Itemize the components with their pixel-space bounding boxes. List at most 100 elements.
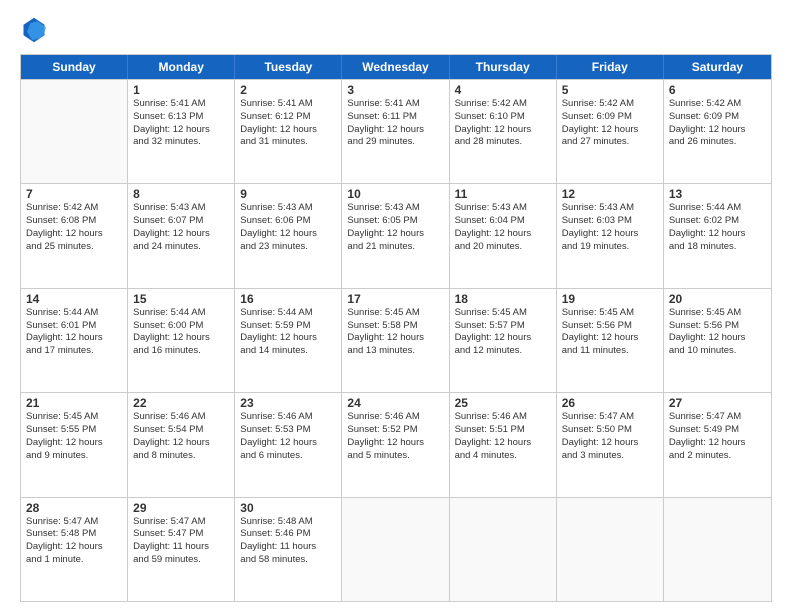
- day-number: 6: [669, 83, 766, 97]
- cell-info: Sunrise: 5:47 AM Sunset: 5:48 PM Dayligh…: [26, 516, 122, 567]
- cell-info: Sunrise: 5:45 AM Sunset: 5:57 PM Dayligh…: [455, 307, 551, 358]
- day-number: 18: [455, 292, 551, 306]
- calendar-cell: 13Sunrise: 5:44 AM Sunset: 6:02 PM Dayli…: [664, 184, 771, 287]
- calendar: SundayMondayTuesdayWednesdayThursdayFrid…: [20, 54, 772, 602]
- day-number: 27: [669, 396, 766, 410]
- day-number: 15: [133, 292, 229, 306]
- day-number: 23: [240, 396, 336, 410]
- header-day-friday: Friday: [557, 55, 664, 79]
- day-number: 28: [26, 501, 122, 515]
- calendar-cell: 1Sunrise: 5:41 AM Sunset: 6:13 PM Daylig…: [128, 80, 235, 183]
- cell-info: Sunrise: 5:44 AM Sunset: 5:59 PM Dayligh…: [240, 307, 336, 358]
- day-number: 7: [26, 187, 122, 201]
- cell-info: Sunrise: 5:47 AM Sunset: 5:49 PM Dayligh…: [669, 411, 766, 462]
- day-number: 10: [347, 187, 443, 201]
- calendar-cell: 26Sunrise: 5:47 AM Sunset: 5:50 PM Dayli…: [557, 393, 664, 496]
- header-day-saturday: Saturday: [664, 55, 771, 79]
- logo-icon: [20, 16, 48, 44]
- calendar-cell: 6Sunrise: 5:42 AM Sunset: 6:09 PM Daylig…: [664, 80, 771, 183]
- cell-info: Sunrise: 5:47 AM Sunset: 5:50 PM Dayligh…: [562, 411, 658, 462]
- day-number: 12: [562, 187, 658, 201]
- cell-info: Sunrise: 5:41 AM Sunset: 6:13 PM Dayligh…: [133, 98, 229, 149]
- calendar-cell: 20Sunrise: 5:45 AM Sunset: 5:56 PM Dayli…: [664, 289, 771, 392]
- cell-info: Sunrise: 5:45 AM Sunset: 5:55 PM Dayligh…: [26, 411, 122, 462]
- cell-info: Sunrise: 5:45 AM Sunset: 5:56 PM Dayligh…: [562, 307, 658, 358]
- calendar-cell: 10Sunrise: 5:43 AM Sunset: 6:05 PM Dayli…: [342, 184, 449, 287]
- cell-info: Sunrise: 5:43 AM Sunset: 6:04 PM Dayligh…: [455, 202, 551, 253]
- calendar-body: 1Sunrise: 5:41 AM Sunset: 6:13 PM Daylig…: [21, 79, 771, 601]
- calendar-row-2: 7Sunrise: 5:42 AM Sunset: 6:08 PM Daylig…: [21, 183, 771, 287]
- cell-info: Sunrise: 5:44 AM Sunset: 6:01 PM Dayligh…: [26, 307, 122, 358]
- day-number: 14: [26, 292, 122, 306]
- day-number: 3: [347, 83, 443, 97]
- day-number: 17: [347, 292, 443, 306]
- calendar-cell: 16Sunrise: 5:44 AM Sunset: 5:59 PM Dayli…: [235, 289, 342, 392]
- header-day-tuesday: Tuesday: [235, 55, 342, 79]
- day-number: 8: [133, 187, 229, 201]
- day-number: 4: [455, 83, 551, 97]
- cell-info: Sunrise: 5:45 AM Sunset: 5:56 PM Dayligh…: [669, 307, 766, 358]
- cell-info: Sunrise: 5:43 AM Sunset: 6:06 PM Dayligh…: [240, 202, 336, 253]
- calendar-cell: 7Sunrise: 5:42 AM Sunset: 6:08 PM Daylig…: [21, 184, 128, 287]
- calendar-cell: 19Sunrise: 5:45 AM Sunset: 5:56 PM Dayli…: [557, 289, 664, 392]
- cell-info: Sunrise: 5:46 AM Sunset: 5:52 PM Dayligh…: [347, 411, 443, 462]
- cell-info: Sunrise: 5:42 AM Sunset: 6:08 PM Dayligh…: [26, 202, 122, 253]
- day-number: 21: [26, 396, 122, 410]
- cell-info: Sunrise: 5:42 AM Sunset: 6:09 PM Dayligh…: [562, 98, 658, 149]
- day-number: 26: [562, 396, 658, 410]
- cell-info: Sunrise: 5:46 AM Sunset: 5:54 PM Dayligh…: [133, 411, 229, 462]
- day-number: 16: [240, 292, 336, 306]
- calendar-cell: 24Sunrise: 5:46 AM Sunset: 5:52 PM Dayli…: [342, 393, 449, 496]
- header: [20, 16, 772, 44]
- day-number: 9: [240, 187, 336, 201]
- calendar-cell: 30Sunrise: 5:48 AM Sunset: 5:46 PM Dayli…: [235, 498, 342, 601]
- calendar-cell: 11Sunrise: 5:43 AM Sunset: 6:04 PM Dayli…: [450, 184, 557, 287]
- page: SundayMondayTuesdayWednesdayThursdayFrid…: [0, 0, 792, 612]
- cell-info: Sunrise: 5:44 AM Sunset: 6:00 PM Dayligh…: [133, 307, 229, 358]
- calendar-cell: 22Sunrise: 5:46 AM Sunset: 5:54 PM Dayli…: [128, 393, 235, 496]
- calendar-cell: 14Sunrise: 5:44 AM Sunset: 6:01 PM Dayli…: [21, 289, 128, 392]
- cell-info: Sunrise: 5:43 AM Sunset: 6:07 PM Dayligh…: [133, 202, 229, 253]
- logo: [20, 16, 52, 44]
- calendar-cell: 18Sunrise: 5:45 AM Sunset: 5:57 PM Dayli…: [450, 289, 557, 392]
- calendar-cell: 23Sunrise: 5:46 AM Sunset: 5:53 PM Dayli…: [235, 393, 342, 496]
- header-day-sunday: Sunday: [21, 55, 128, 79]
- calendar-row-1: 1Sunrise: 5:41 AM Sunset: 6:13 PM Daylig…: [21, 79, 771, 183]
- cell-info: Sunrise: 5:45 AM Sunset: 5:58 PM Dayligh…: [347, 307, 443, 358]
- calendar-cell: [664, 498, 771, 601]
- calendar-cell: 9Sunrise: 5:43 AM Sunset: 6:06 PM Daylig…: [235, 184, 342, 287]
- day-number: 13: [669, 187, 766, 201]
- calendar-cell: 3Sunrise: 5:41 AM Sunset: 6:11 PM Daylig…: [342, 80, 449, 183]
- calendar-cell: 25Sunrise: 5:46 AM Sunset: 5:51 PM Dayli…: [450, 393, 557, 496]
- day-number: 5: [562, 83, 658, 97]
- calendar-cell: 2Sunrise: 5:41 AM Sunset: 6:12 PM Daylig…: [235, 80, 342, 183]
- header-day-thursday: Thursday: [450, 55, 557, 79]
- calendar-row-5: 28Sunrise: 5:47 AM Sunset: 5:48 PM Dayli…: [21, 497, 771, 601]
- calendar-cell: [557, 498, 664, 601]
- calendar-cell: 28Sunrise: 5:47 AM Sunset: 5:48 PM Dayli…: [21, 498, 128, 601]
- day-number: 25: [455, 396, 551, 410]
- day-number: 30: [240, 501, 336, 515]
- cell-info: Sunrise: 5:47 AM Sunset: 5:47 PM Dayligh…: [133, 516, 229, 567]
- calendar-row-4: 21Sunrise: 5:45 AM Sunset: 5:55 PM Dayli…: [21, 392, 771, 496]
- header-day-wednesday: Wednesday: [342, 55, 449, 79]
- calendar-cell: [21, 80, 128, 183]
- calendar-cell: 27Sunrise: 5:47 AM Sunset: 5:49 PM Dayli…: [664, 393, 771, 496]
- header-day-monday: Monday: [128, 55, 235, 79]
- day-number: 22: [133, 396, 229, 410]
- cell-info: Sunrise: 5:44 AM Sunset: 6:02 PM Dayligh…: [669, 202, 766, 253]
- calendar-cell: 15Sunrise: 5:44 AM Sunset: 6:00 PM Dayli…: [128, 289, 235, 392]
- cell-info: Sunrise: 5:46 AM Sunset: 5:51 PM Dayligh…: [455, 411, 551, 462]
- cell-info: Sunrise: 5:43 AM Sunset: 6:05 PM Dayligh…: [347, 202, 443, 253]
- calendar-cell: 5Sunrise: 5:42 AM Sunset: 6:09 PM Daylig…: [557, 80, 664, 183]
- day-number: 29: [133, 501, 229, 515]
- calendar-cell: 8Sunrise: 5:43 AM Sunset: 6:07 PM Daylig…: [128, 184, 235, 287]
- calendar-row-3: 14Sunrise: 5:44 AM Sunset: 6:01 PM Dayli…: [21, 288, 771, 392]
- calendar-cell: 29Sunrise: 5:47 AM Sunset: 5:47 PM Dayli…: [128, 498, 235, 601]
- calendar-cell: [450, 498, 557, 601]
- day-number: 20: [669, 292, 766, 306]
- cell-info: Sunrise: 5:46 AM Sunset: 5:53 PM Dayligh…: [240, 411, 336, 462]
- calendar-cell: 17Sunrise: 5:45 AM Sunset: 5:58 PM Dayli…: [342, 289, 449, 392]
- cell-info: Sunrise: 5:42 AM Sunset: 6:10 PM Dayligh…: [455, 98, 551, 149]
- calendar-header: SundayMondayTuesdayWednesdayThursdayFrid…: [21, 55, 771, 79]
